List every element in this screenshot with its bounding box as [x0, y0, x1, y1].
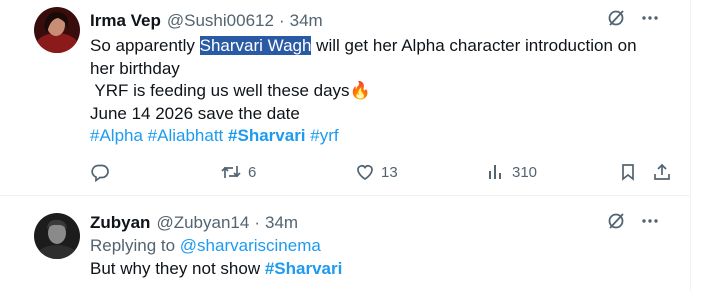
retweet-button[interactable]: 6 [220, 160, 256, 184]
author-handle[interactable]: @Zubyan14 [156, 213, 249, 233]
replying-to-label: Replying to [90, 236, 180, 255]
mention-link[interactable]: @sharvariscinema [180, 236, 321, 255]
author-name[interactable]: Irma Vep [90, 11, 161, 31]
text-line: June 14 2026 save the date [90, 103, 300, 123]
text-segment: will get her Alpha character introductio… [311, 36, 637, 55]
tweet-text: Replying to @sharvariscinema But why the… [90, 235, 670, 280]
avatar[interactable] [34, 7, 80, 53]
hashtag-link[interactable]: #Alpha [90, 126, 143, 145]
text-segment: But why they not show [90, 258, 265, 278]
separator-dot: · [278, 11, 285, 30]
retweet-icon [220, 162, 242, 182]
hashtag-link[interactable]: #Sharvari [228, 126, 306, 145]
tweet-actions: 6 13 310 [90, 160, 680, 184]
text-line: her birthday [90, 58, 180, 78]
reply-button[interactable] [90, 160, 116, 184]
bookmark-button[interactable] [618, 160, 638, 184]
tweet[interactable]: Zubyan @Zubyan14 · 34m Replying to @shar… [0, 197, 690, 291]
views-icon [486, 162, 506, 182]
views-button[interactable]: 310 [486, 160, 537, 184]
bookmark-icon [618, 162, 638, 182]
hashtag-link[interactable]: #Aliabhatt [148, 126, 224, 145]
author-name[interactable]: Zubyan [90, 213, 150, 233]
timestamp[interactable]: 34m [290, 11, 323, 31]
like-button[interactable]: 13 [355, 160, 398, 184]
more-icon[interactable] [640, 8, 660, 28]
text-segment: So apparently [90, 36, 200, 55]
text-line: YRF is feeding us well these days🔥 [90, 81, 371, 100]
separator-dot: · [254, 213, 260, 232]
heart-icon [355, 162, 375, 182]
retweet-count: 6 [248, 163, 257, 181]
tweet-header-actions [606, 8, 660, 28]
hashtag-link[interactable]: #Sharvari [265, 259, 343, 278]
like-count: 13 [381, 163, 398, 181]
grok-icon[interactable] [606, 8, 626, 28]
selected-text: Sharvari Wagh [199, 36, 312, 55]
share-button[interactable] [652, 160, 672, 184]
tweet-text: So apparently Sharvari Wagh will get her… [90, 35, 670, 148]
more-icon[interactable] [640, 211, 660, 231]
tweet[interactable]: Irma Vep @Sushi00612 · 34m So apparently… [0, 0, 690, 196]
view-count: 310 [512, 163, 538, 181]
reply-icon [90, 162, 110, 182]
avatar[interactable] [34, 213, 80, 259]
share-icon [652, 162, 672, 182]
tweet-header: Irma Vep @Sushi00612 · 34m [90, 10, 323, 32]
tweet-header: Zubyan @Zubyan14 · 34m [90, 212, 298, 234]
grok-icon[interactable] [606, 211, 626, 231]
hashtag-link[interactable]: #yrf [310, 126, 338, 145]
author-handle[interactable]: @Sushi00612 [167, 11, 274, 31]
tweet-header-actions [606, 211, 660, 231]
timestamp[interactable]: 34m [265, 213, 298, 233]
